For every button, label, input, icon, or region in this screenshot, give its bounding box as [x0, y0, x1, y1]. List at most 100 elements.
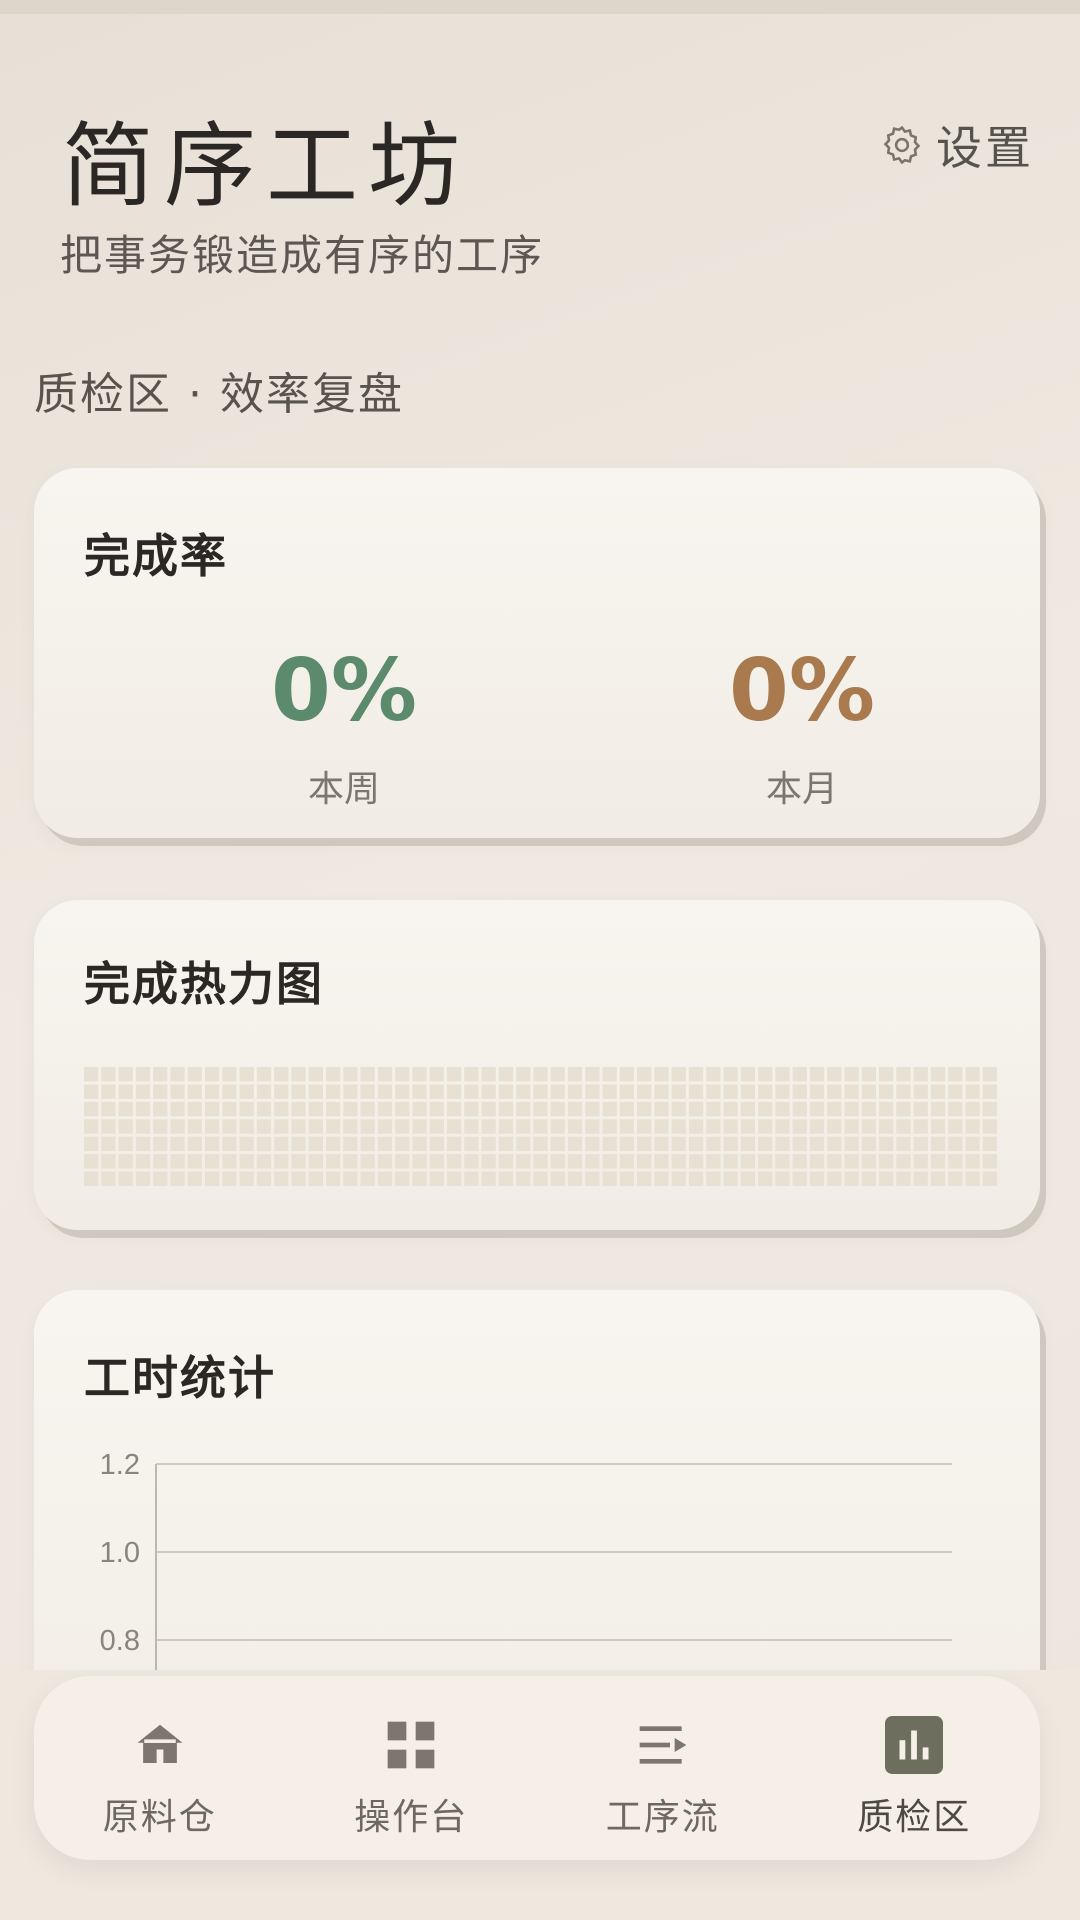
heatmap-cell [602, 1136, 617, 1152]
heatmap-cell [827, 1119, 842, 1134]
heatmap-cell [913, 1101, 928, 1117]
heatmap-cell [481, 1136, 496, 1152]
heatmap-cell [550, 1154, 565, 1169]
heatmap-cell [758, 1154, 773, 1169]
heatmap-cell [619, 1171, 635, 1186]
heatmap-cell [896, 1101, 911, 1117]
heatmap-cell [498, 1084, 514, 1099]
heatmap-cell [222, 1067, 237, 1082]
heatmap-cell [204, 1171, 220, 1186]
heatmap-cell [429, 1154, 444, 1169]
heatmap-cell [758, 1067, 773, 1082]
heatmap-cell [809, 1119, 825, 1134]
heatmap-cell [308, 1154, 323, 1169]
heatmap-cell [827, 1101, 842, 1117]
heatmap-cell [792, 1136, 807, 1152]
heatmap-cell [412, 1136, 427, 1152]
heatmap-cell [291, 1101, 306, 1117]
heatmap-cell [982, 1119, 997, 1134]
heatmap-cell [671, 1119, 686, 1134]
heatmap-cell [965, 1171, 980, 1186]
heatmap-cell [723, 1136, 738, 1152]
heatmap-cell [84, 1136, 99, 1152]
heatmap-cell [412, 1171, 427, 1186]
heatmap-title: 完成热力图 [84, 957, 324, 1011]
heatmap-cell [360, 1171, 375, 1186]
heatmap-cell [792, 1119, 807, 1134]
heatmap-cell [118, 1171, 133, 1186]
heatmap-cell [429, 1067, 444, 1082]
heatmap-cell [688, 1101, 704, 1117]
week-rate: 0% 本周 [244, 648, 444, 812]
heatmap-card: 完成热力图 [34, 900, 1040, 1230]
heatmap-cell [896, 1154, 911, 1169]
heatmap-cell [775, 1084, 790, 1099]
heatmap-cell [498, 1136, 514, 1152]
heatmap-cell [395, 1154, 410, 1169]
heatmap-cell [809, 1171, 825, 1186]
heatmap-cell [896, 1119, 911, 1134]
nav-item-quality-check[interactable]: 质检区 [789, 1676, 1041, 1860]
heatmap-cell [879, 1136, 894, 1152]
settings-button[interactable]: 设置 [880, 112, 1034, 178]
heatmap-cell [809, 1154, 825, 1169]
heatmap-cell [861, 1119, 877, 1134]
heatmap-cell [827, 1154, 842, 1169]
heatmap-cell [516, 1067, 531, 1082]
heatmap-cell [153, 1171, 168, 1186]
heatmap-cell [135, 1119, 151, 1134]
heatmap-cell [844, 1119, 859, 1134]
heatmap-cell [118, 1119, 133, 1134]
heatmap-cell [637, 1171, 652, 1186]
heatmap-cell [533, 1101, 548, 1117]
heatmap-cell [948, 1084, 963, 1099]
heatmap-cell [758, 1101, 773, 1117]
heatmap-cell [758, 1136, 773, 1152]
heatmap-cell [101, 1119, 116, 1134]
heatmap-cell [809, 1136, 825, 1152]
heatmap-cell [239, 1136, 254, 1152]
heatmap-cell [637, 1084, 652, 1099]
heatmap-cell [740, 1084, 756, 1099]
heatmap-cell [343, 1119, 358, 1134]
nav-item-raw-materials[interactable]: 原料仓 [34, 1676, 286, 1860]
heatmap-cell [325, 1171, 341, 1186]
heatmap-cell [775, 1154, 790, 1169]
heatmap-cell [619, 1084, 635, 1099]
heatmap-cell [429, 1084, 444, 1099]
heatmap-cell [861, 1136, 877, 1152]
heatmap-cell [153, 1101, 168, 1117]
heatmap-cell [239, 1067, 254, 1082]
heatmap-cell [446, 1067, 462, 1082]
heatmap-cell [153, 1119, 168, 1134]
heatmap-cell [481, 1154, 496, 1169]
heatmap-cell [879, 1084, 894, 1099]
heatmap-cell [550, 1084, 565, 1099]
heatmap-cell [274, 1067, 289, 1082]
heatmap-cell [844, 1154, 859, 1169]
heatmap-cell [654, 1119, 669, 1134]
heatmap-cell [222, 1084, 237, 1099]
bottom-nav: 原料仓 操作台 工序流 质检区 [34, 1676, 1040, 1860]
heatmap-cell [550, 1101, 565, 1117]
heatmap-cell [671, 1171, 686, 1186]
heatmap-cell [464, 1171, 479, 1186]
nav-item-process-flow[interactable]: 工序流 [537, 1676, 789, 1860]
heatmap-cell [861, 1171, 877, 1186]
heatmap-cell [84, 1067, 99, 1082]
heatmap-cell [879, 1171, 894, 1186]
heatmap-cell [965, 1119, 980, 1134]
heatmap-cell [723, 1084, 738, 1099]
heatmap-cell [222, 1171, 237, 1186]
heatmap-cell [118, 1067, 133, 1082]
heatmap-cell [325, 1119, 341, 1134]
nav-item-workbench[interactable]: 操作台 [286, 1676, 538, 1860]
heatmap-cell [222, 1119, 237, 1134]
heatmap-cell [930, 1171, 946, 1186]
heatmap-cell [723, 1067, 738, 1082]
heatmap-cell [325, 1136, 341, 1152]
heatmap-cell [239, 1101, 254, 1117]
heatmap-cell [498, 1171, 514, 1186]
heatmap-cell [758, 1171, 773, 1186]
heatmap-cell [567, 1171, 583, 1186]
